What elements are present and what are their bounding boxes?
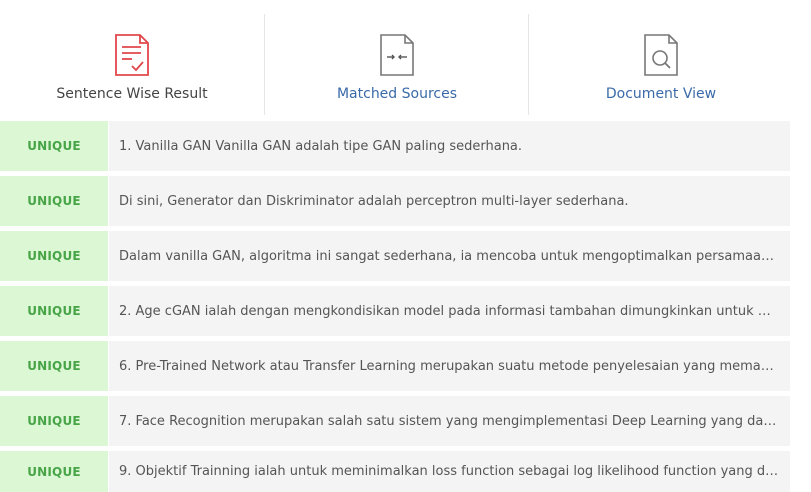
sentence-row[interactable]: UNIQUE 6. Pre-Trained Network atau Trans… xyxy=(0,341,790,391)
sentence-text-content: 6. Pre-Trained Network atau Transfer Lea… xyxy=(119,358,780,374)
sentence-row[interactable]: UNIQUE 9. Objektif Trainning ialah untuk… xyxy=(0,451,790,492)
tab-label: Matched Sources xyxy=(336,86,458,102)
status-badge: UNIQUE xyxy=(0,121,108,171)
sentence-text: 2. Age cGAN ialah dengan mengkondisikan … xyxy=(109,286,790,336)
status-badge: UNIQUE xyxy=(0,451,108,492)
sentence-text: Di sini, Generator dan Diskriminator ada… xyxy=(109,176,790,226)
sentence-text-content: 1. Vanilla GAN Vanilla GAN adalah tipe G… xyxy=(119,138,523,154)
status-badge: UNIQUE xyxy=(0,231,108,281)
tab-sentence-wise-result[interactable]: Sentence Wise Result xyxy=(0,0,264,121)
sentence-text: Dalam vanilla GAN, algoritma ini sangat … xyxy=(109,231,790,281)
tab-matched-sources[interactable]: Matched Sources xyxy=(265,0,529,121)
status-badge: UNIQUE xyxy=(0,341,108,391)
tab-document-view[interactable]: Document View xyxy=(529,0,793,121)
status-badge: UNIQUE xyxy=(0,396,108,446)
sentence-row[interactable]: UNIQUE Dalam vanilla GAN, algoritma ini … xyxy=(0,231,790,281)
sentence-text-content: 7. Face Recognition merupakan salah satu… xyxy=(119,413,780,429)
sentence-text-content: 2. Age cGAN ialah dengan mengkondisikan … xyxy=(119,303,780,319)
sentence-row[interactable]: UNIQUE 1. Vanilla GAN Vanilla GAN adalah… xyxy=(0,121,790,171)
sentence-row[interactable]: UNIQUE Di sini, Generator dan Diskrimina… xyxy=(0,176,790,226)
compare-arrows-icon xyxy=(380,34,414,76)
sentence-row[interactable]: UNIQUE 7. Face Recognition merupakan sal… xyxy=(0,396,790,446)
sentence-text: 1. Vanilla GAN Vanilla GAN adalah tipe G… xyxy=(109,121,790,171)
tab-label: Document View xyxy=(605,86,717,102)
document-search-icon xyxy=(644,34,678,76)
sentence-text-content: Dalam vanilla GAN, algoritma ini sangat … xyxy=(119,248,780,264)
sentence-row[interactable]: UNIQUE 2. Age cGAN ialah dengan mengkond… xyxy=(0,286,790,336)
sentence-text: 9. Objektif Trainning ialah untuk memini… xyxy=(109,451,790,492)
sentence-text: 6. Pre-Trained Network atau Transfer Lea… xyxy=(109,341,790,391)
status-badge: UNIQUE xyxy=(0,286,108,336)
tab-label: Sentence Wise Result xyxy=(56,86,208,102)
sentence-text: 7. Face Recognition merupakan salah satu… xyxy=(109,396,790,446)
result-tabs: Sentence Wise Result Matched Sources Doc… xyxy=(0,0,811,121)
sentence-text-content: Di sini, Generator dan Diskriminator ada… xyxy=(119,193,629,209)
status-badge: UNIQUE xyxy=(0,176,108,226)
report-icon xyxy=(115,34,149,76)
sentence-text-content: 9. Objektif Trainning ialah untuk memini… xyxy=(119,464,780,479)
